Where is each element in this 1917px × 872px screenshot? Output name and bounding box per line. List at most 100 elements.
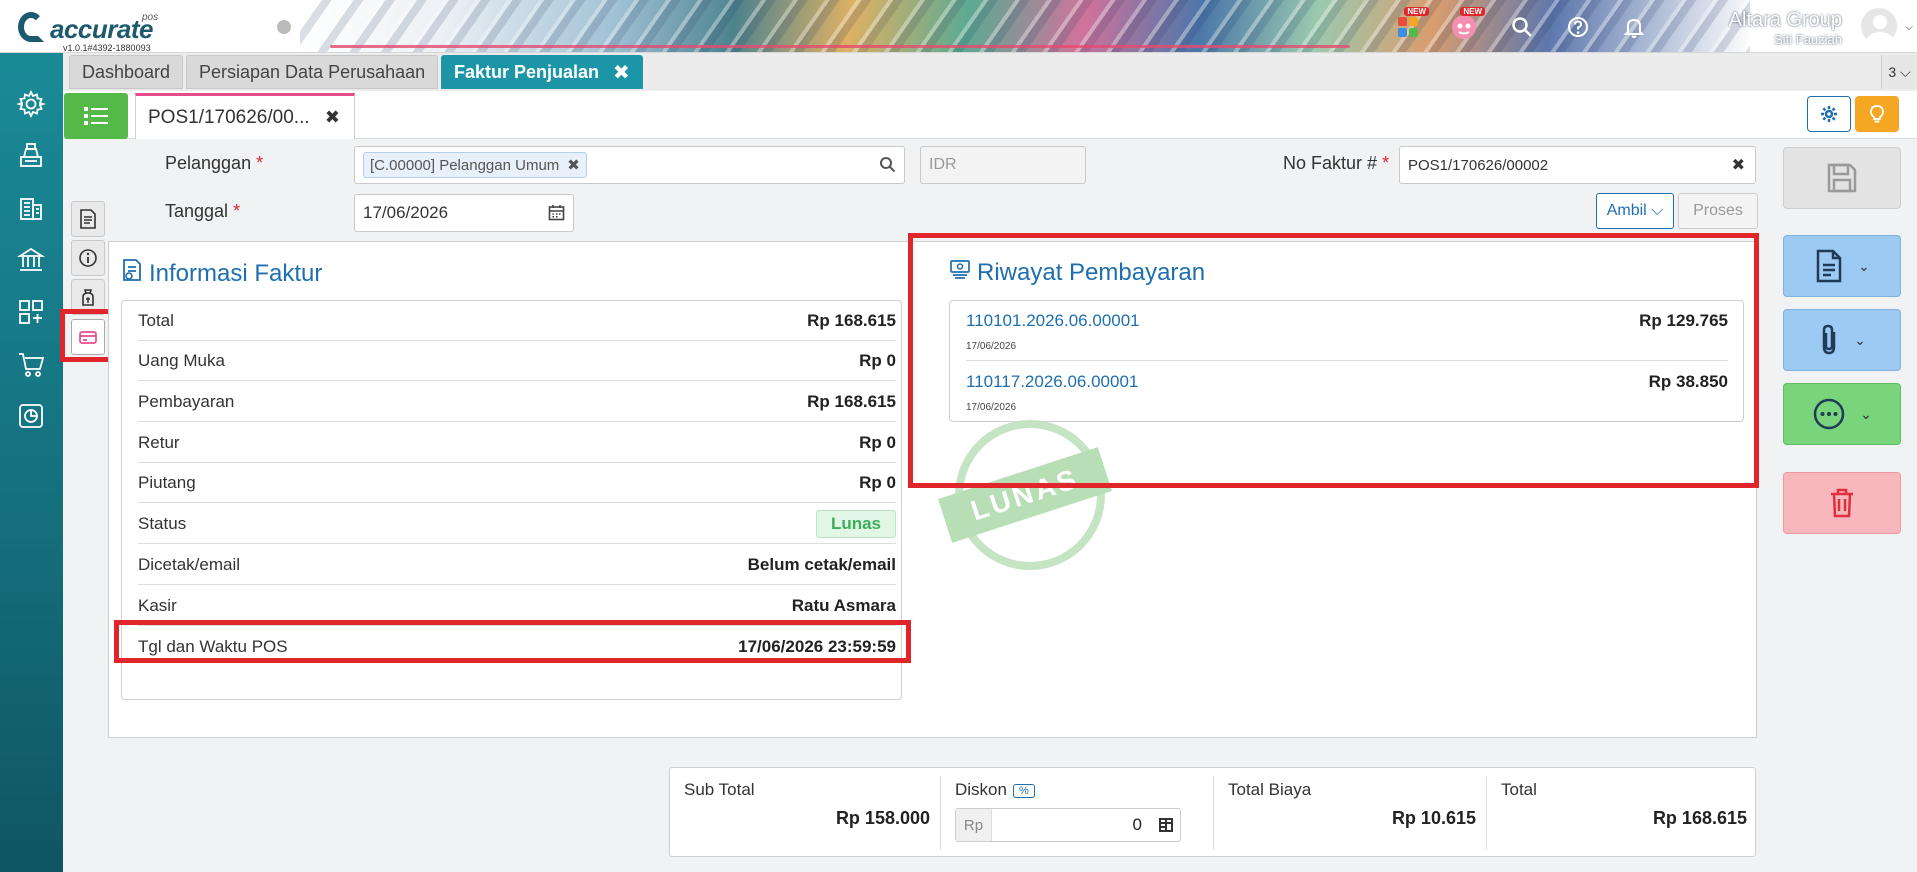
info-title: Informasi Faktur xyxy=(121,258,322,289)
diskon-label: Diskon% xyxy=(955,780,1035,800)
user-name: Siti Fauziah xyxy=(1774,32,1842,47)
tab-info[interactable] xyxy=(71,240,105,276)
invoice-panel: Informasi Faktur Total Rp 168.615 Uang Mu… xyxy=(108,233,1759,738)
payment-number-link[interactable]: 110101.2026.06.00001 xyxy=(966,311,1140,331)
chevron-down-icon[interactable]: ⌄ xyxy=(1854,332,1866,349)
payment-date: 17/06/2026 xyxy=(966,341,1017,352)
list-view-button[interactable] xyxy=(64,93,128,139)
tab-count-dropdown[interactable]: 3 ⌵ xyxy=(1881,55,1917,89)
close-icon[interactable]: ✖ xyxy=(567,156,580,174)
payment-row[interactable]: 110117.2026.06.00001 17/06/2026 Rp 38.85… xyxy=(966,362,1728,422)
app-logo[interactable]: accurate pos v1.0.1#4392-1880093 xyxy=(14,6,164,53)
total-biaya-label: Total Biaya xyxy=(1228,780,1312,799)
inventory-icon[interactable] xyxy=(13,294,49,330)
new-badge: NEW xyxy=(1404,7,1429,16)
cart-icon[interactable] xyxy=(13,346,49,382)
tab-details[interactable] xyxy=(71,201,105,237)
left-sidebar xyxy=(0,53,63,872)
print-document-button[interactable]: ⌄ xyxy=(1783,235,1901,297)
info-row-retur: Retur Rp 0 xyxy=(138,423,896,463)
report-icon[interactable] xyxy=(13,398,49,434)
subtotal-value: Rp 158.000 xyxy=(835,808,930,828)
info-row-tgl-waktu-pos: Tgl dan Waktu POS 17/06/2026 23:59:59 xyxy=(138,637,896,656)
company-name: Altara Group xyxy=(1728,9,1842,31)
tab-faktur-penjualan[interactable]: Faktur Penjualan ✖ xyxy=(441,55,643,89)
delete-button[interactable] xyxy=(1783,472,1901,534)
no-faktur-label: No Faktur # * xyxy=(1283,153,1390,173)
help-icon[interactable] xyxy=(1561,10,1595,44)
grand-total-section: Total Rp 168.615 xyxy=(1487,768,1757,858)
tab-payment[interactable] xyxy=(71,319,105,355)
settings-button[interactable] xyxy=(1807,96,1851,132)
attachment-button[interactable]: ⌄ xyxy=(1783,309,1901,371)
cash-register-icon[interactable] xyxy=(13,138,49,174)
bell-icon[interactable] xyxy=(1617,10,1651,44)
payment-number-link[interactable]: 110117.2026.06.00001 xyxy=(966,372,1138,392)
proses-button[interactable]: Proses xyxy=(1678,193,1758,229)
new-badge: NEW xyxy=(1460,7,1485,16)
search-icon[interactable] xyxy=(879,156,896,178)
total-label: Total xyxy=(1501,780,1537,799)
payment-amount: Rp 129.765 xyxy=(1639,311,1728,330)
clear-icon[interactable]: ✖ xyxy=(1732,155,1745,175)
invoice-number-input[interactable]: POS1/170626/00002 ✖ xyxy=(1399,146,1756,184)
tips-button[interactable] xyxy=(1855,96,1899,132)
status-badge: Lunas xyxy=(815,509,896,538)
apps-icon[interactable]: NEW xyxy=(1391,7,1429,44)
avatar[interactable] xyxy=(1859,6,1899,46)
money-icon xyxy=(949,258,971,287)
payment-date: 17/06/2026 xyxy=(966,402,1017,413)
date-input[interactable]: 17/06/2026 xyxy=(354,194,574,232)
app-version: v1.0.1#4392-1880093 xyxy=(63,43,151,53)
chevron-down-icon[interactable]: ⌵ xyxy=(1905,22,1913,33)
assistant-icon[interactable]: NEW xyxy=(1447,7,1485,44)
company-info[interactable]: Altara Group Siti Fauziah xyxy=(1729,9,1842,47)
total-value: Rp 168.615 xyxy=(1652,808,1747,828)
building-icon[interactable] xyxy=(13,190,49,226)
info-row-pembayaran: Pembayaran Rp 168.615 xyxy=(138,382,896,422)
customer-field[interactable]: [C.00000] Pelanggan Umum ✖ xyxy=(354,146,905,184)
close-icon[interactable]: ✖ xyxy=(613,60,630,85)
ambil-button[interactable]: Ambil ⌵ xyxy=(1596,193,1674,229)
info-row-dicetak: Dicetak/email Belum cetak/email xyxy=(138,545,896,585)
invoice-info-box: Total Rp 168.615 Uang Muka Rp 0 Pembayaran… xyxy=(121,300,902,700)
subtotal-label: Sub Total xyxy=(684,780,755,799)
currency-field: IDR xyxy=(920,146,1086,184)
diskon-section: Diskon% Rp 0 xyxy=(941,768,1213,858)
tanggal-label: Tanggal * xyxy=(165,201,241,221)
info-row-status: Status Lunas xyxy=(138,504,896,544)
info-row-total: Total Rp 168.615 xyxy=(138,301,896,341)
tab-cost[interactable] xyxy=(71,279,105,315)
payment-history-box: 110101.2026.06.00001 17/06/2026 Rp 129.7… xyxy=(949,300,1744,422)
more-actions-button[interactable]: ⌄ xyxy=(1783,383,1901,445)
total-biaya-section: Total Biaya Rp 10.615 xyxy=(1214,768,1486,858)
tab-bar: Dashboard Persiapan Data Perusahaan Fakt… xyxy=(63,53,1917,91)
bank-icon[interactable] xyxy=(13,242,49,278)
close-icon[interactable]: ✖ xyxy=(325,107,340,128)
payment-history-title: Riwayat Pembayaran xyxy=(949,258,1205,287)
calculator-icon[interactable] xyxy=(1158,817,1174,833)
payment-row[interactable]: 110101.2026.06.00001 17/06/2026 Rp 129.7… xyxy=(966,301,1728,361)
sidebar-toggle[interactable] xyxy=(277,20,291,34)
tab-dashboard[interactable]: Dashboard xyxy=(69,55,184,89)
top-header: accurate pos v1.0.1#4392-1880093 NEW NEW… xyxy=(0,0,1917,53)
chevron-down-icon[interactable]: ⌄ xyxy=(1860,406,1872,423)
percent-toggle[interactable]: % xyxy=(1012,783,1035,798)
doc-tab-invoice[interactable]: POS1/170626/00... ✖ xyxy=(135,93,355,139)
customer-chip: [C.00000] Pelanggan Umum ✖ xyxy=(363,152,587,178)
diskon-input[interactable]: Rp 0 xyxy=(955,808,1181,842)
invoice-info-icon xyxy=(121,258,143,289)
totals-footer: Sub Total Rp 158.000 Diskon% Rp 0 Total … xyxy=(669,767,1756,857)
tab-persiapan-data[interactable]: Persiapan Data Perusahaan xyxy=(186,55,439,89)
pelanggan-label: Pelanggan * xyxy=(165,153,264,173)
search-icon[interactable] xyxy=(1505,10,1539,44)
calendar-icon[interactable] xyxy=(548,204,565,226)
gear-icon[interactable] xyxy=(13,86,49,122)
info-row-uang-muka: Uang Muka Rp 0 xyxy=(138,341,896,381)
total-biaya-value: Rp 10.615 xyxy=(1391,808,1476,828)
currency-prefix: Rp xyxy=(956,809,992,841)
info-row-kasir: Kasir Ratu Asmara xyxy=(138,586,896,626)
save-button[interactable] xyxy=(1783,147,1901,209)
chevron-down-icon[interactable]: ⌄ xyxy=(1858,258,1870,275)
main-content: Pelanggan * [C.00000] Pelanggan Umum ✖ ID… xyxy=(60,139,1917,872)
